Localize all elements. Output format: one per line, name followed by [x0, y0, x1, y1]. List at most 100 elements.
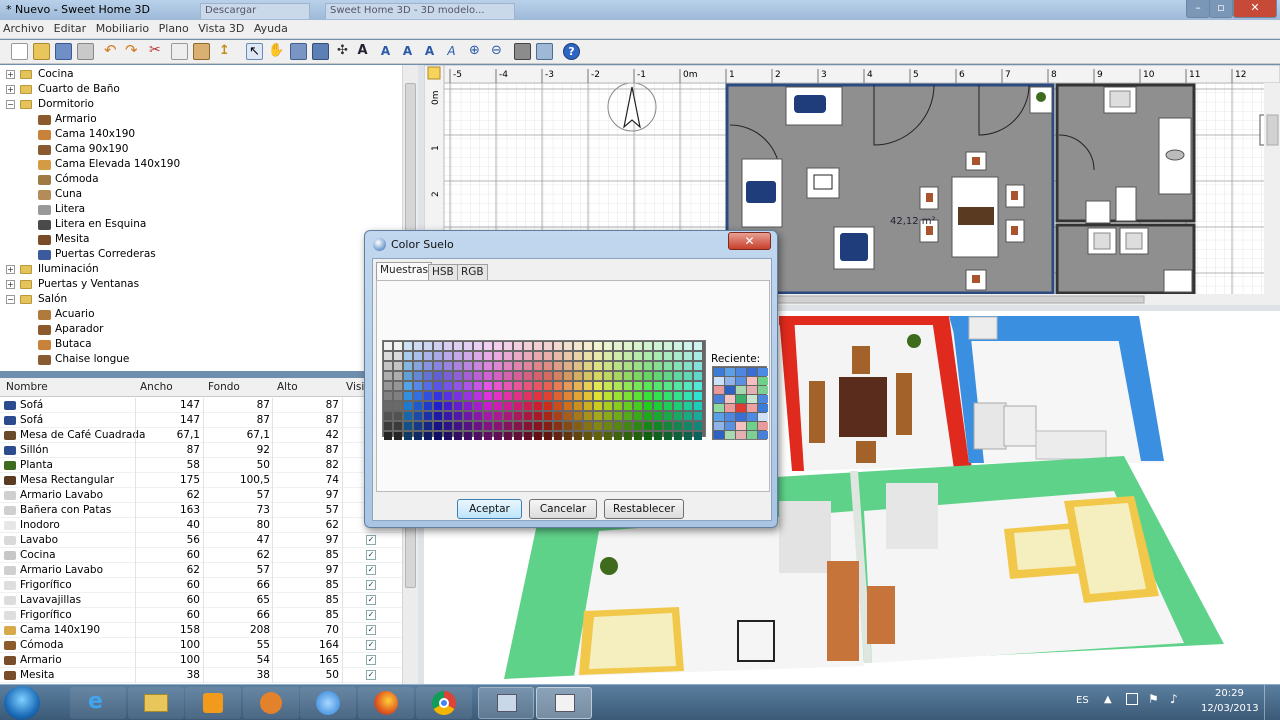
catalog-item[interactable]: Acuario — [0, 307, 400, 322]
color-swatch[interactable] — [634, 432, 642, 440]
recent-color-swatch[interactable] — [725, 431, 735, 439]
color-swatch[interactable] — [434, 352, 442, 360]
color-swatch[interactable] — [384, 392, 392, 400]
recent-color-swatch[interactable] — [758, 413, 768, 421]
color-swatch[interactable] — [614, 372, 622, 380]
color-swatch[interactable] — [454, 342, 462, 350]
catalog-category[interactable]: + Puertas y Ventanas — [0, 277, 400, 292]
color-swatch[interactable] — [614, 422, 622, 430]
table-row[interactable]: Planta 58 50 82 — [0, 458, 404, 473]
menu-vista-3d[interactable]: Vista 3D — [195, 20, 247, 37]
create-dimensions-icon[interactable]: ✣ — [334, 43, 351, 60]
color-swatch[interactable] — [574, 432, 582, 440]
color-swatch[interactable] — [454, 382, 462, 390]
color-swatch[interactable] — [464, 362, 472, 370]
color-swatch[interactable] — [464, 342, 472, 350]
color-swatch[interactable] — [544, 352, 552, 360]
background-window-tab[interactable]: Sweet Home 3D - 3D modelo... — [325, 3, 515, 19]
color-swatch[interactable] — [554, 352, 562, 360]
color-swatch[interactable] — [484, 342, 492, 350]
color-swatch[interactable] — [574, 412, 582, 420]
color-swatch[interactable] — [634, 382, 642, 390]
zoom-out-icon[interactable]: ⊖ — [488, 43, 505, 60]
color-swatch[interactable] — [474, 402, 482, 410]
color-swatch[interactable] — [674, 352, 682, 360]
table-row[interactable]: Mesa de Café Cuadrada 67,1 67,1 42 — [0, 428, 404, 443]
color-swatch[interactable] — [544, 382, 552, 390]
color-swatch[interactable] — [524, 342, 532, 350]
recent-color-swatch[interactable] — [725, 386, 735, 394]
color-swatch[interactable] — [494, 422, 502, 430]
table-row[interactable]: Sillón 87 92 87 — [0, 443, 404, 458]
color-swatch[interactable] — [604, 372, 612, 380]
color-swatch[interactable] — [694, 362, 702, 370]
recent-color-swatch[interactable] — [736, 368, 746, 376]
color-swatch[interactable] — [514, 432, 522, 440]
color-swatch[interactable] — [694, 422, 702, 430]
menu-plano[interactable]: Plano — [156, 20, 192, 37]
color-swatch[interactable] — [534, 392, 542, 400]
color-swatch[interactable] — [384, 352, 392, 360]
color-swatch[interactable] — [684, 342, 692, 350]
table-row[interactable]: Armario 100 54 165 ✓ — [0, 653, 404, 668]
camera-icon[interactable] — [514, 43, 531, 60]
color-swatch[interactable] — [624, 402, 632, 410]
color-swatch[interactable] — [454, 402, 462, 410]
recent-color-swatch[interactable] — [736, 422, 746, 430]
catalog-category[interactable]: − Salón — [0, 292, 400, 307]
color-swatch[interactable] — [524, 362, 532, 370]
visible-checkbox[interactable]: ✓ — [366, 610, 376, 620]
create-walls-icon[interactable] — [290, 43, 307, 60]
color-swatch[interactable] — [644, 412, 652, 420]
color-swatch[interactable] — [684, 402, 692, 410]
collapse-icon[interactable]: − — [6, 295, 15, 304]
color-swatch[interactable] — [554, 412, 562, 420]
color-swatch[interactable] — [634, 392, 642, 400]
color-swatch[interactable] — [444, 402, 452, 410]
color-swatch[interactable] — [434, 362, 442, 370]
catalog-item[interactable]: Litera en Esquina — [0, 217, 400, 232]
color-swatch[interactable] — [584, 422, 592, 430]
color-swatch[interactable] — [604, 362, 612, 370]
color-swatch[interactable] — [594, 342, 602, 350]
color-swatch[interactable] — [484, 372, 492, 380]
catalog-category[interactable]: + Cocina — [0, 67, 400, 82]
color-swatch[interactable] — [694, 352, 702, 360]
color-swatch[interactable] — [414, 402, 422, 410]
color-swatch[interactable] — [604, 342, 612, 350]
color-swatch[interactable] — [534, 412, 542, 420]
color-swatch[interactable] — [644, 342, 652, 350]
color-swatch[interactable] — [694, 432, 702, 440]
color-swatch[interactable] — [454, 432, 462, 440]
recent-color-swatch[interactable] — [714, 395, 724, 403]
color-swatch[interactable] — [564, 382, 572, 390]
color-swatch[interactable] — [504, 432, 512, 440]
color-swatch[interactable] — [644, 422, 652, 430]
color-swatch[interactable] — [464, 402, 472, 410]
color-swatch[interactable] — [594, 352, 602, 360]
create-rooms-icon[interactable] — [312, 43, 329, 60]
color-swatch[interactable] — [424, 392, 432, 400]
color-swatch[interactable] — [484, 392, 492, 400]
color-swatch[interactable] — [464, 382, 472, 390]
color-swatch[interactable] — [454, 412, 462, 420]
visible-checkbox[interactable]: ✓ — [366, 535, 376, 545]
color-swatch[interactable] — [684, 432, 692, 440]
color-swatch[interactable] — [694, 382, 702, 390]
color-swatch[interactable] — [564, 412, 572, 420]
recent-color-swatch[interactable] — [714, 377, 724, 385]
color-swatch[interactable] — [624, 382, 632, 390]
color-swatch[interactable] — [414, 342, 422, 350]
color-swatch[interactable] — [594, 372, 602, 380]
action-center-icon[interactable] — [1126, 693, 1138, 705]
color-swatch[interactable] — [414, 392, 422, 400]
tab-rgb[interactable]: RGB — [457, 264, 488, 281]
color-swatch[interactable] — [634, 362, 642, 370]
expand-icon[interactable]: + — [6, 265, 15, 274]
visible-checkbox[interactable]: ✓ — [366, 640, 376, 650]
table-row[interactable]: Cómoda 100 55 164 ✓ — [0, 638, 404, 653]
color-swatch[interactable] — [474, 392, 482, 400]
color-swatch[interactable] — [524, 372, 532, 380]
color-swatch[interactable] — [694, 402, 702, 410]
color-swatch[interactable] — [674, 402, 682, 410]
